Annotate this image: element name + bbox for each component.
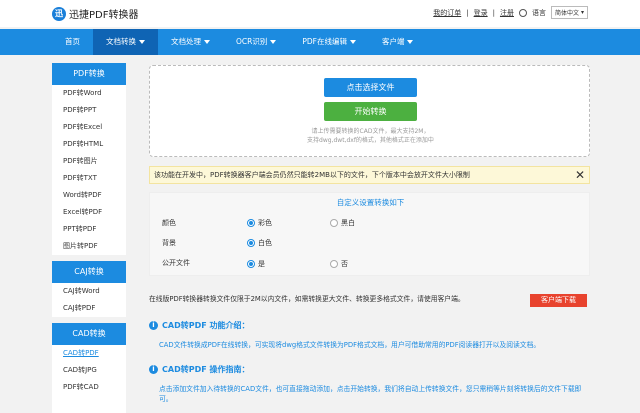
background-label: 背景 bbox=[162, 239, 176, 247]
sidebar-item[interactable]: PDF转PPT bbox=[52, 102, 126, 119]
login-link[interactable]: 登录 bbox=[474, 8, 488, 18]
settings-panel: 自定义设置转换如下 颜色 彩色 黑白 背景 白色 公开文件 是 否 bbox=[149, 192, 590, 276]
caret-down-icon bbox=[270, 40, 277, 44]
logo-icon: 迅 bbox=[52, 6, 66, 21]
close-icon[interactable]: ✕ bbox=[575, 167, 585, 183]
radio-label: 彩色 bbox=[258, 219, 272, 227]
radio-selected-icon bbox=[247, 260, 255, 268]
nav-items: 首页 文档转换 文档处理 OCR识别 PDF在线编辑 客户端 bbox=[52, 29, 426, 55]
sidebar-item[interactable]: PDF转HTML bbox=[52, 136, 126, 153]
radio-label: 白色 bbox=[258, 239, 272, 247]
online-limit-note: 在线版PDF转换器转换文件仅限于2M以内文件，如需转换更大文件、转换更多格式文件… bbox=[149, 295, 465, 303]
radio-selected-icon bbox=[247, 219, 255, 227]
intro-heading: i CAD转PDF 功能介绍： bbox=[149, 320, 249, 331]
sidebar-item[interactable]: Word转PDF bbox=[52, 187, 126, 204]
sidebar-group-title: PDF转换 bbox=[52, 63, 126, 85]
sidebar-item[interactable]: CAJ转Word bbox=[52, 283, 126, 300]
upload-area[interactable]: 点击选择文件 开始转换 请上传需要转换的CAD文件，最大支持2M， 支持dwg,… bbox=[149, 65, 590, 157]
nav-item-4[interactable]: PDF在线编辑 bbox=[289, 29, 369, 55]
sidebar-item[interactable]: CAD转JPG bbox=[52, 362, 126, 379]
divider: | bbox=[492, 8, 495, 17]
radio-selected-icon bbox=[247, 239, 255, 247]
sidebar: PDF转换 PDF转Word PDF转PPT PDF转Excel PDF转HTML PDF… bbox=[52, 63, 126, 413]
sidebar-group-title: CAD转换 bbox=[52, 323, 126, 345]
nav-item-0[interactable]: 首页 bbox=[52, 29, 93, 55]
sidebar-item[interactable]: CAD转PDF bbox=[52, 345, 126, 362]
background-option-white[interactable]: 白色 bbox=[247, 238, 272, 248]
sidebar-item[interactable]: PPT转PDF bbox=[52, 221, 126, 238]
register-link[interactable]: 注册 bbox=[500, 8, 514, 18]
caret-down-icon bbox=[349, 40, 356, 44]
language-select[interactable]: 简体中文 ▾ bbox=[550, 6, 588, 19]
radio-unselected-icon bbox=[330, 260, 338, 268]
color-label: 颜色 bbox=[162, 219, 176, 227]
nav-item-1[interactable]: 文档转换 bbox=[93, 29, 158, 55]
nav-item-label: 首页 bbox=[65, 37, 80, 46]
nav-item-label: 文档处理 bbox=[171, 37, 201, 46]
color-option-color[interactable]: 彩色 bbox=[247, 218, 272, 228]
divider: | bbox=[466, 8, 469, 17]
sidebar-group-title: CAJ转换 bbox=[52, 261, 126, 283]
public-file-label: 公开文件 bbox=[162, 259, 190, 267]
select-file-button[interactable]: 点击选择文件 bbox=[324, 78, 417, 97]
dev-notice: 该功能在开发中，PDF转换器客户端会员仍然只能转2MB以下的文件，下个版本中会放… bbox=[149, 166, 590, 184]
public-option-no[interactable]: 否 bbox=[330, 259, 348, 269]
nav-item-3[interactable]: OCR识别 bbox=[223, 29, 289, 55]
nav-item-label: 文档转换 bbox=[106, 37, 136, 46]
caret-down-icon bbox=[139, 40, 145, 44]
nav-item-label: PDF在线编辑 bbox=[302, 37, 347, 46]
language-value: 简体中文 bbox=[554, 10, 579, 17]
color-option-bw[interactable]: 黑白 bbox=[330, 218, 355, 228]
intro-title: CAD转PDF 功能介绍： bbox=[162, 321, 250, 330]
sidebar-item[interactable]: PDF转TXT bbox=[52, 170, 126, 187]
my-orders-link[interactable]: 我的订单 bbox=[433, 8, 461, 18]
intro-text: CAD文件转换成PDF在线转换，可实现将dwg格式文件转换为PDF格式文档，用户… bbox=[159, 341, 541, 349]
radio-unselected-icon bbox=[330, 219, 338, 227]
guide-heading: i CAD转PDF 操作指南： bbox=[149, 364, 249, 375]
caret-down-icon bbox=[204, 40, 210, 44]
sidebar-item[interactable]: PDF转图片 bbox=[52, 153, 126, 170]
top-links: 我的订单 | 登录 | 注册 语言 简体中文 ▾ bbox=[433, 6, 588, 19]
public-option-yes[interactable]: 是 bbox=[247, 259, 265, 269]
nav-item-2[interactable]: 文档处理 bbox=[158, 29, 223, 55]
guide-title: CAD转PDF 操作指南： bbox=[162, 365, 250, 374]
app-title: 迅捷PDF转换器 bbox=[69, 10, 139, 21]
main-nav: 首页 文档转换 文档处理 OCR识别 PDF在线编辑 客户端 bbox=[0, 29, 640, 55]
sidebar-item[interactable]: PDF转Word bbox=[52, 85, 126, 102]
nav-item-5[interactable]: 客户端 bbox=[369, 29, 427, 55]
notice-text: 该功能在开发中，PDF转换器客户端会员仍然只能转2MB以下的文件，下个版本中会放… bbox=[154, 171, 470, 179]
guide-text: 点击添加文件加入待转换的CAD文件，也可直接拖动添加，点击开始转换，我们将自动上… bbox=[159, 385, 582, 403]
client-download-button[interactable]: 客户端下载 bbox=[530, 294, 587, 307]
nav-item-label: 客户端 bbox=[381, 37, 405, 46]
globe-icon bbox=[518, 8, 527, 17]
caret-down-icon bbox=[407, 40, 414, 44]
sidebar-item[interactable]: 图片转PDF bbox=[52, 238, 126, 255]
sidebar-item[interactable]: PDF转CAD bbox=[52, 379, 126, 396]
language-label: 语言 bbox=[531, 8, 546, 17]
start-convert-button[interactable]: 开始转换 bbox=[324, 102, 417, 121]
nav-item-label: OCR识别 bbox=[236, 37, 268, 46]
sidebar-item[interactable]: CAJ转PDF bbox=[52, 300, 126, 317]
radio-label: 黑白 bbox=[341, 219, 355, 227]
top-bar: 迅 迅捷PDF转换器 我的订单 | 登录 | 注册 语言 简体中文 ▾ bbox=[0, 0, 640, 27]
info-icon: i bbox=[149, 365, 158, 374]
upload-hint-line2: 支持dwg,dwt,dxf的格式，其他格式正在添加中 bbox=[307, 137, 434, 144]
radio-label: 是 bbox=[258, 260, 265, 268]
sidebar-item[interactable]: Excel转PDF bbox=[52, 204, 126, 221]
chevron-down-icon: ▾ bbox=[580, 9, 584, 16]
info-icon: i bbox=[149, 321, 158, 330]
logo[interactable]: 迅 迅捷PDF转换器 bbox=[52, 6, 138, 21]
settings-title: 自定义设置转换如下 bbox=[336, 198, 405, 207]
radio-label: 否 bbox=[341, 260, 348, 268]
upload-hint-line1: 请上传需要转换的CAD文件，最大支持2M， bbox=[311, 128, 430, 135]
sidebar-item[interactable]: PDF转Excel bbox=[52, 119, 126, 136]
